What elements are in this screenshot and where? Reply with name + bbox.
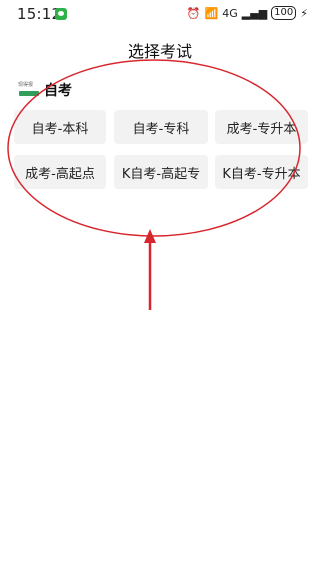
exam-option-button[interactable]: 自考-本科	[14, 110, 106, 144]
exam-option-button[interactable]: K自考-高起专	[114, 155, 208, 189]
exam-option-button[interactable]: K自考-专升本	[215, 155, 308, 189]
battery-level: 100	[271, 6, 297, 20]
exam-option-button[interactable]: 成考-高起点	[14, 155, 106, 189]
network-type: 4G	[222, 6, 238, 20]
section-logo: 现得报	[18, 82, 40, 98]
annotation-arrow-head	[144, 229, 156, 243]
alarm-icon: ⏰	[186, 6, 201, 20]
wechat-notification-icon	[55, 8, 67, 20]
status-icons: ⏰ 📶 4G ▂▄▆ 100 ⚡	[187, 6, 308, 20]
logo-bar	[19, 91, 39, 96]
wifi-icon: 📶	[204, 6, 219, 20]
charging-icon: ⚡	[300, 6, 308, 20]
section-header: 现得报 自考	[18, 80, 72, 100]
exam-option-button[interactable]: 自考-专科	[114, 110, 208, 144]
status-bar: 15:12 ⏰ 📶 4G ▂▄▆ 100 ⚡	[0, 0, 320, 28]
signal-icon: ▂▄▆	[241, 6, 268, 20]
section-title: 自考	[44, 83, 72, 99]
page-title: 选择考试	[127, 42, 192, 61]
exam-option-button[interactable]: 成考-专升本	[215, 110, 308, 144]
section-logo-text: 现得报	[18, 82, 34, 88]
